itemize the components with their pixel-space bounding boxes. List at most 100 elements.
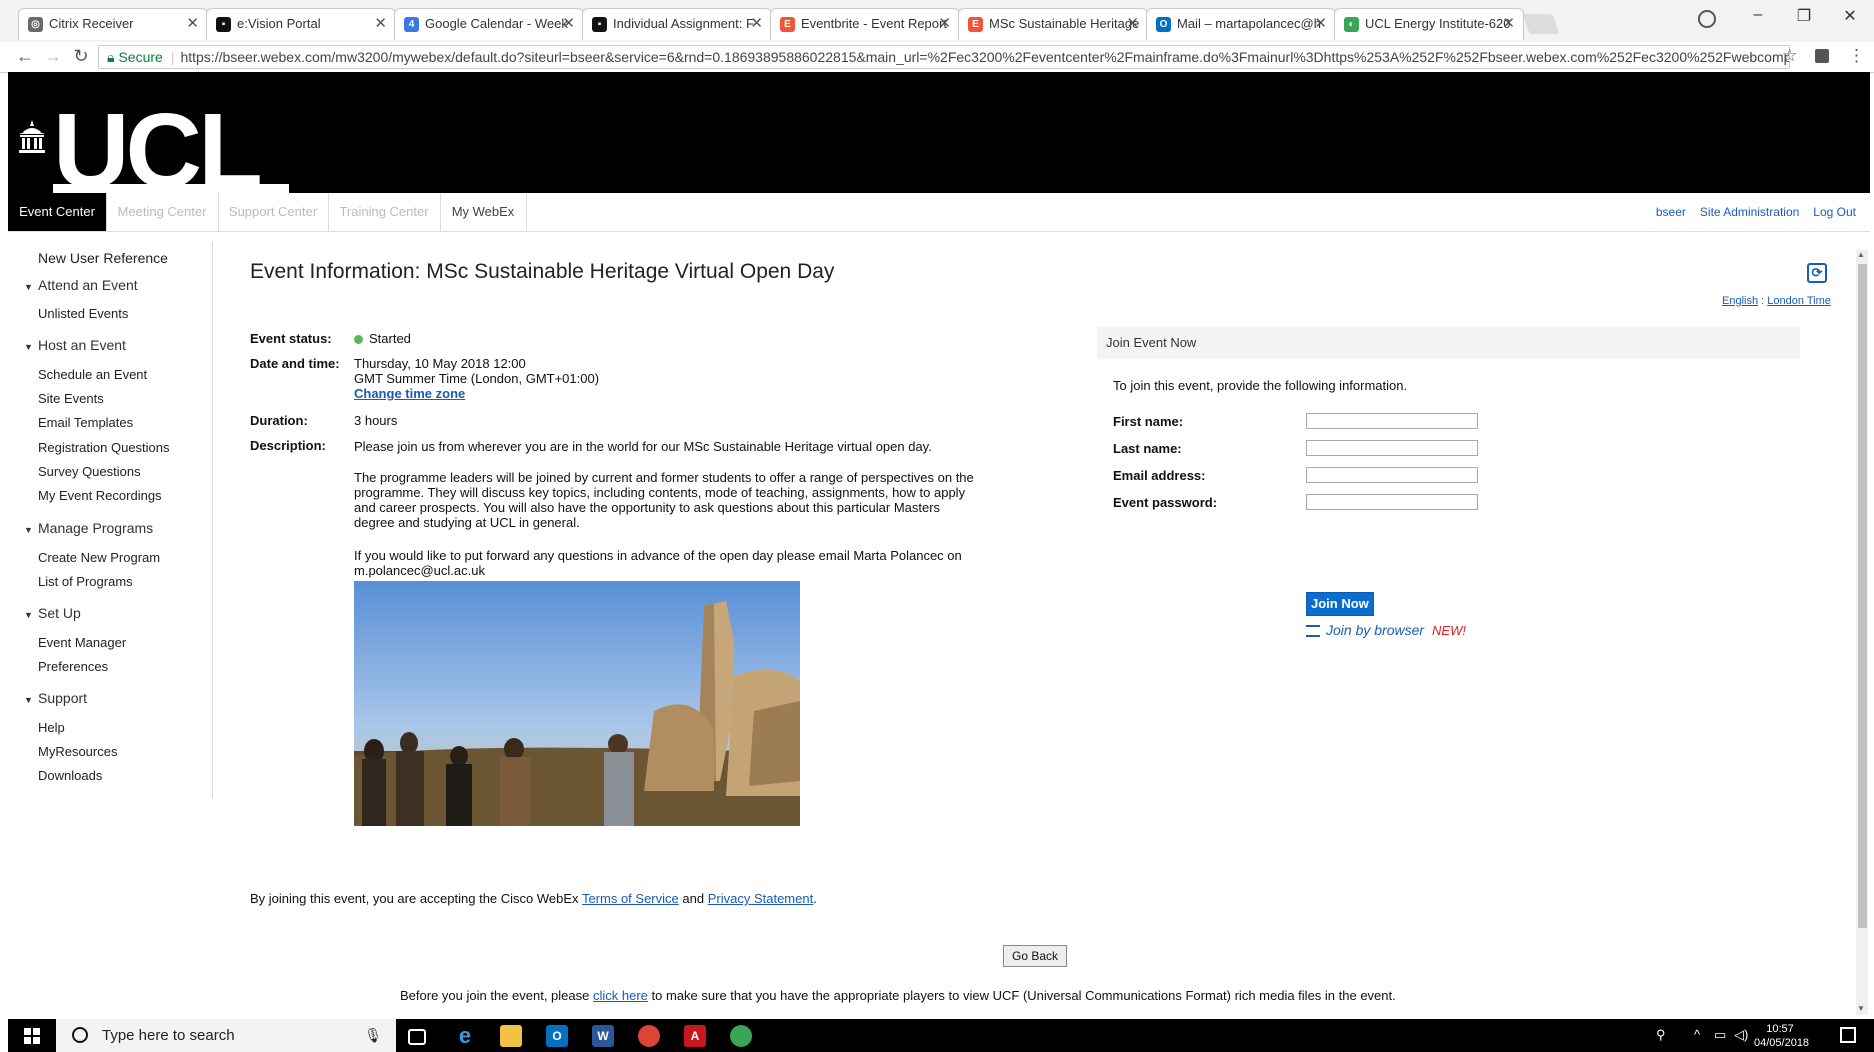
site-admin-link[interactable]: Site Administration [1700, 205, 1799, 219]
tab-training-center[interactable]: Training Center [328, 193, 441, 231]
tray-chevron-icon[interactable]: ^ [1694, 1027, 1700, 1042]
close-icon[interactable]: ✕ [186, 9, 199, 39]
ucl-logo[interactable]: UCL [53, 98, 263, 204]
sidebar-item-survey-questions[interactable]: Survey Questions [38, 464, 141, 479]
sidebar-item-registration-questions[interactable]: Registration Questions [38, 440, 170, 455]
task-view-icon[interactable] [408, 1029, 426, 1045]
extension-icon[interactable] [1815, 49, 1829, 63]
sidebar-section-attend[interactable]: ▼ Attend an Event [24, 277, 138, 293]
forward-icon[interactable]: → [42, 46, 64, 67]
acrobat-icon[interactable]: A [684, 1025, 706, 1047]
back-icon[interactable]: ← [14, 46, 36, 67]
sidebar-item-new-user-reference[interactable]: New User Reference [38, 250, 168, 266]
webex-taskbar-icon[interactable] [730, 1025, 752, 1047]
notifications-icon[interactable] [1840, 1027, 1856, 1043]
browser-tab[interactable]: ▪ e:Vision Portal ✕ [206, 8, 396, 40]
scroll-up-icon[interactable]: ▲ [1857, 250, 1865, 259]
taskbar-search-input[interactable]: Type here to search 🎙︎ [56, 1019, 396, 1052]
event-password-field[interactable] [1306, 494, 1478, 510]
people-icon[interactable]: ⚲ [1656, 1027, 1666, 1043]
window-close-icon[interactable]: ✕ [1830, 6, 1870, 26]
close-icon[interactable]: ✕ [938, 9, 951, 39]
tab-support-center[interactable]: Support Center [218, 193, 329, 231]
ucl-moodle-icon: ▪ [592, 17, 607, 32]
close-icon[interactable]: ✕ [1314, 9, 1327, 39]
last-name-field[interactable] [1306, 440, 1478, 456]
join-by-browser-link[interactable]: Join by browser NEW! [1306, 622, 1466, 638]
taskbar-clock[interactable]: 10:57 04/05/2018 [1754, 1022, 1809, 1050]
logout-link[interactable]: Log Out [1813, 205, 1856, 219]
outlook-taskbar-icon[interactable]: O [546, 1025, 568, 1047]
refresh-icon[interactable]: ⟳ [1807, 263, 1827, 283]
sidebar-item-email-templates[interactable]: Email Templates [38, 415, 133, 430]
first-name-field[interactable] [1306, 413, 1478, 429]
username-link[interactable]: bseer [1656, 205, 1686, 219]
sidebar-item-site-events[interactable]: Site Events [38, 391, 104, 406]
sidebar-item-event-recordings[interactable]: My Event Recordings [38, 488, 162, 503]
language-link[interactable]: English [1722, 295, 1758, 307]
sidebar-section-programs[interactable]: ▼ Manage Programs [24, 520, 153, 536]
sidebar-item-downloads[interactable]: Downloads [38, 768, 102, 783]
language-timezone-links: English : London Time [1722, 295, 1831, 307]
close-icon[interactable]: ✕ [374, 9, 387, 39]
tab-meeting-center[interactable]: Meeting Center [106, 193, 219, 231]
browser-tab[interactable]: E Eventbrite - Event Report ✕ [770, 8, 960, 40]
edge-icon[interactable]: e [454, 1025, 476, 1047]
browser-tab[interactable]: ▪ Individual Assignment: F ✕ [582, 8, 772, 40]
word-icon[interactable]: W [592, 1025, 614, 1047]
email-field[interactable] [1306, 467, 1478, 483]
triangle-down-icon: ▼ [24, 695, 33, 705]
chrome-icon[interactable] [638, 1025, 660, 1047]
search-placeholder: Type here to search [102, 1027, 235, 1044]
browser-tab[interactable]: 4 Google Calendar - Week ✕ [394, 8, 584, 40]
sidebar-item-create-program[interactable]: Create New Program [38, 550, 160, 565]
join-now-button[interactable]: Join Now [1306, 592, 1374, 616]
browser-tab[interactable]: ◎ Citrix Receiver ✕ [18, 8, 208, 40]
sidebar-item-preferences[interactable]: Preferences [38, 659, 108, 674]
last-name-label: Last name: [1113, 441, 1182, 456]
sidebar-item-event-manager[interactable]: Event Manager [38, 635, 126, 650]
close-icon[interactable]: ✕ [750, 9, 763, 39]
sidebar-item-myresources[interactable]: MyResources [38, 744, 117, 759]
browser-tab-active[interactable]: ◐ UCL Energy Institute-620 ✕ [1334, 8, 1524, 40]
click-here-link[interactable]: click here [593, 988, 648, 1003]
close-icon[interactable]: ✕ [562, 9, 575, 39]
chrome-menu-icon[interactable]: ⋮ [1848, 46, 1865, 66]
sidebar-item-schedule-event[interactable]: Schedule an Event [38, 367, 147, 382]
new-tab-button[interactable] [1522, 14, 1560, 34]
sidebar-item-help[interactable]: Help [38, 720, 65, 735]
scroll-down-icon[interactable]: ▼ [1857, 1004, 1865, 1013]
bookmark-star-icon[interactable]: ☆ [1782, 46, 1797, 66]
terms-of-service-link[interactable]: Terms of Service [582, 891, 679, 906]
privacy-statement-link[interactable]: Privacy Statement [708, 891, 814, 906]
volume-icon[interactable]: ◁) [1734, 1027, 1748, 1043]
close-icon[interactable]: ✕ [1502, 9, 1515, 39]
windows-start-icon[interactable] [24, 1028, 40, 1044]
cortana-icon [72, 1027, 88, 1043]
minimize-icon[interactable]: – [1738, 6, 1778, 24]
sidebar-section-support[interactable]: ▼ Support [24, 690, 87, 706]
description-paragraph: The programme leaders will be joined by … [354, 470, 974, 530]
reload-icon[interactable]: ↻ [70, 46, 92, 67]
timezone-link[interactable]: London Time [1767, 295, 1831, 307]
change-timezone-link[interactable]: Change time zone [354, 386, 599, 401]
go-back-button[interactable]: Go Back [1003, 945, 1068, 967]
network-icon[interactable]: ▭ [1714, 1027, 1726, 1043]
browser-tab[interactable]: O Mail – martapolancec@h ✕ [1146, 8, 1336, 40]
file-explorer-icon[interactable] [500, 1025, 522, 1047]
url-input[interactable]: 🔒︎ Secure | https://bseer.webex.com/mw3200/… [98, 45, 1790, 69]
microphone-icon[interactable]: 🎙︎ [364, 1027, 382, 1044]
profile-icon[interactable] [1698, 10, 1716, 28]
sidebar-section-host[interactable]: ▼ Host an Event [24, 337, 126, 353]
triangle-down-icon: ▼ [24, 282, 33, 292]
restore-icon[interactable]: ❐ [1784, 6, 1824, 26]
tab-my-webex[interactable]: My WebEx [440, 193, 527, 231]
close-icon[interactable]: ✕ [1126, 9, 1139, 39]
sidebar-item-list-programs[interactable]: List of Programs [38, 574, 133, 589]
sidebar-item-unlisted-events[interactable]: Unlisted Events [38, 306, 128, 321]
browser-tab[interactable]: E MSc Sustainable Heritage ✕ [958, 8, 1148, 40]
tab-event-center[interactable]: Event Center [8, 193, 107, 231]
sidebar-section-setup[interactable]: ▼ Set Up [24, 605, 81, 621]
secure-label: Secure [118, 49, 163, 65]
scrollbar-thumb[interactable] [1858, 264, 1867, 928]
